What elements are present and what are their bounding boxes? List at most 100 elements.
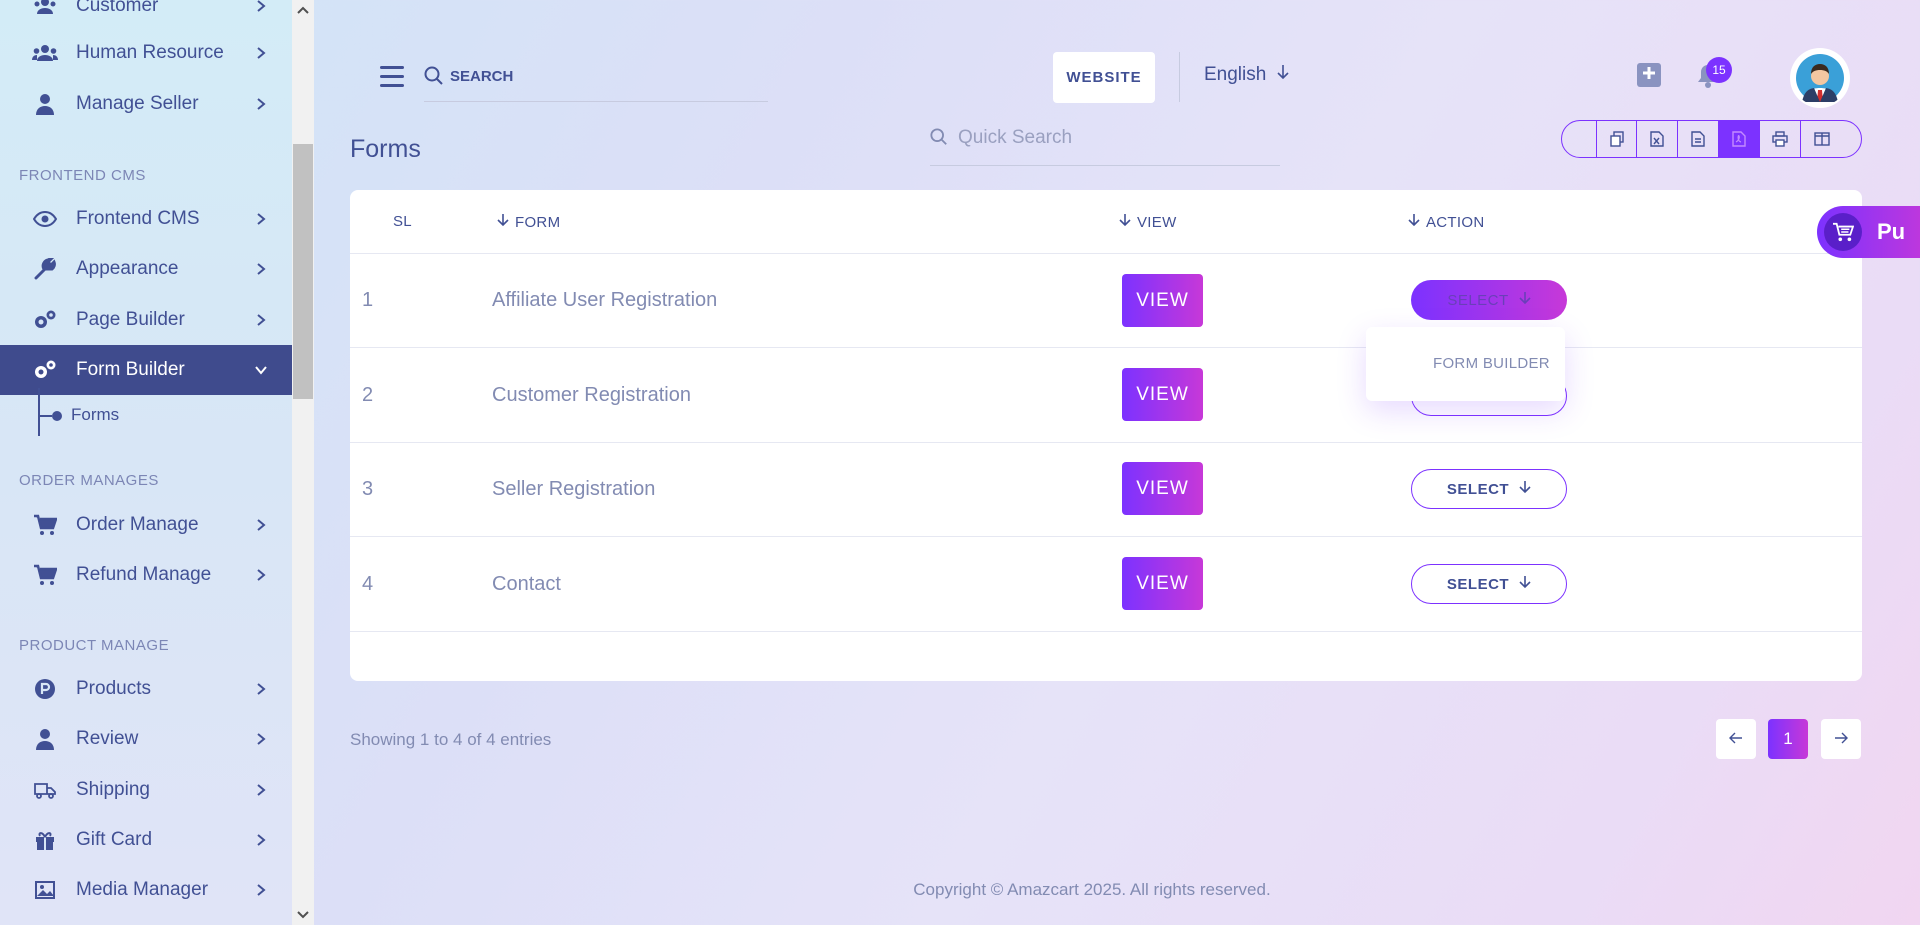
header-divider xyxy=(1179,52,1180,102)
chevron-right-icon xyxy=(254,262,268,276)
sidebar-item-page-builder[interactable]: Page Builder xyxy=(0,295,292,345)
select-label: SELECT xyxy=(1447,291,1509,309)
search-icon xyxy=(424,66,444,91)
csv-button[interactable] xyxy=(1678,121,1719,157)
sidebar-item-human-resource[interactable]: Human Resource xyxy=(0,28,292,78)
select-action-button[interactable]: SELECT xyxy=(1411,280,1567,320)
chevron-right-icon xyxy=(254,732,268,746)
sidebar-item-gift-card[interactable]: Gift Card xyxy=(0,815,292,865)
page-title: Forms xyxy=(350,135,421,163)
pagination-next-button[interactable] xyxy=(1821,719,1861,759)
section-title-frontend-cms: FRONTEND CMS xyxy=(19,167,146,184)
truck-icon xyxy=(32,777,58,803)
select-action-button[interactable]: SELECT xyxy=(1411,564,1567,604)
sidebar-item-label: Shipping xyxy=(76,779,150,800)
tree-line xyxy=(38,388,40,436)
print-button[interactable] xyxy=(1760,121,1801,157)
excel-icon xyxy=(1650,131,1664,147)
sidebar-item-shipping[interactable]: Shipping xyxy=(0,765,292,815)
gears-icon xyxy=(32,357,58,383)
sidebar-item-appearance[interactable]: Appearance xyxy=(0,244,292,294)
select-action-button[interactable]: SELECT xyxy=(1411,469,1567,509)
chevron-right-icon xyxy=(254,682,268,696)
cell-sl: 2 xyxy=(362,384,374,406)
search-input[interactable] xyxy=(450,64,750,88)
column-header-action[interactable]: ACTION xyxy=(1408,213,1484,231)
scroll-down-icon[interactable] xyxy=(292,905,314,925)
sidebar-item-review[interactable]: Review xyxy=(0,714,292,764)
sidebar-item-form-builder[interactable]: Form Builder xyxy=(0,345,292,395)
notification-badge: 15 xyxy=(1706,57,1732,83)
quick-search-input[interactable] xyxy=(958,124,1258,152)
chevron-right-icon xyxy=(254,568,268,582)
entries-info: Showing 1 to 4 of 4 entries xyxy=(350,730,552,749)
chevron-right-icon xyxy=(254,212,268,226)
select-label: SELECT xyxy=(1446,575,1510,593)
add-new-button[interactable] xyxy=(1637,63,1661,87)
scroll-up-icon[interactable] xyxy=(292,0,314,20)
avatar[interactable] xyxy=(1792,50,1848,106)
column-label: ACTION xyxy=(1426,213,1485,231)
column-header-form[interactable]: FORM xyxy=(497,213,560,231)
website-button[interactable]: WEBSITE xyxy=(1053,52,1155,103)
view-button[interactable]: VIEW xyxy=(1122,274,1203,327)
sidebar-item-products[interactable]: Products xyxy=(0,664,292,714)
sidebar-item-label: Human Resource xyxy=(76,42,224,63)
cell-sl: 1 xyxy=(362,289,374,311)
chevron-right-icon xyxy=(254,0,268,13)
column-label: VIEW xyxy=(1137,213,1177,231)
column-header-view[interactable]: VIEW xyxy=(1119,213,1177,231)
pagination-prev-button[interactable] xyxy=(1716,719,1756,759)
eye-icon xyxy=(32,206,58,232)
cell-form-name: Seller Registration xyxy=(492,478,656,500)
user-icon xyxy=(32,726,58,752)
view-button[interactable]: VIEW xyxy=(1122,557,1203,610)
cell-form-name: Affiliate User Registration xyxy=(492,289,718,311)
sidebar-item-label: Refund Manage xyxy=(76,564,212,585)
chevron-right-icon xyxy=(254,833,268,847)
pagination-page-button[interactable]: 1 xyxy=(1768,719,1808,759)
row-divider xyxy=(350,536,1862,537)
purchase-button[interactable]: Pu xyxy=(1817,206,1920,258)
sidebar-item-refund-manage[interactable]: Refund Manage xyxy=(0,550,292,600)
quick-search xyxy=(930,120,1280,166)
row-divider xyxy=(350,347,1862,348)
cell-sl: 4 xyxy=(362,573,374,595)
arrow-left-icon xyxy=(1729,729,1743,749)
sidebar-subitem-forms[interactable]: Forms xyxy=(38,388,278,436)
pdf-button[interactable] xyxy=(1719,121,1760,157)
sidebar-item-order-manage[interactable]: Order Manage xyxy=(0,500,292,550)
scrollbar-thumb[interactable] xyxy=(293,144,313,399)
view-button[interactable]: VIEW xyxy=(1122,462,1203,515)
column-label: SL xyxy=(393,213,412,230)
view-button[interactable]: VIEW xyxy=(1122,368,1203,421)
users-icon xyxy=(32,40,58,66)
sidebar-item-customer[interactable]: Customer xyxy=(0,0,292,31)
chevron-right-icon xyxy=(254,46,268,60)
cell-sl: 3 xyxy=(362,478,374,500)
action-dropdown-menu: FORM BUILDER xyxy=(1366,327,1565,401)
arrow-down-icon xyxy=(1276,64,1290,86)
sidebar-item-label: Customer xyxy=(76,0,159,16)
file-text-icon xyxy=(1691,131,1705,147)
sidebar-subitem-label: Forms xyxy=(71,405,120,424)
arrow-down-icon xyxy=(1119,213,1131,231)
column-header-sl[interactable]: SL xyxy=(393,213,412,230)
excel-button[interactable] xyxy=(1637,121,1678,157)
cart-icon xyxy=(32,562,58,588)
copyright-text: Copyright © Amazcart 2025. All rights re… xyxy=(913,880,1271,899)
column-label: FORM xyxy=(515,213,561,231)
sidebar-scrollbar[interactable] xyxy=(292,0,314,925)
sidebar-item-manage-seller[interactable]: Manage Seller xyxy=(0,79,292,129)
dropdown-item-form-builder[interactable]: FORM BUILDER xyxy=(1433,355,1550,372)
sidebar-item-frontend-cms[interactable]: Frontend CMS xyxy=(0,194,292,244)
language-select[interactable]: English xyxy=(1204,64,1290,86)
copy-button[interactable] xyxy=(1596,121,1637,157)
cell-form-name: Contact xyxy=(492,573,561,595)
users-icon xyxy=(32,0,58,19)
columns-button[interactable] xyxy=(1801,121,1842,157)
pdf-icon xyxy=(1732,131,1746,147)
sidebar-item-label: Gift Card xyxy=(76,829,153,850)
menu-toggle-icon[interactable] xyxy=(380,66,404,88)
forms-table-card xyxy=(350,190,1862,681)
